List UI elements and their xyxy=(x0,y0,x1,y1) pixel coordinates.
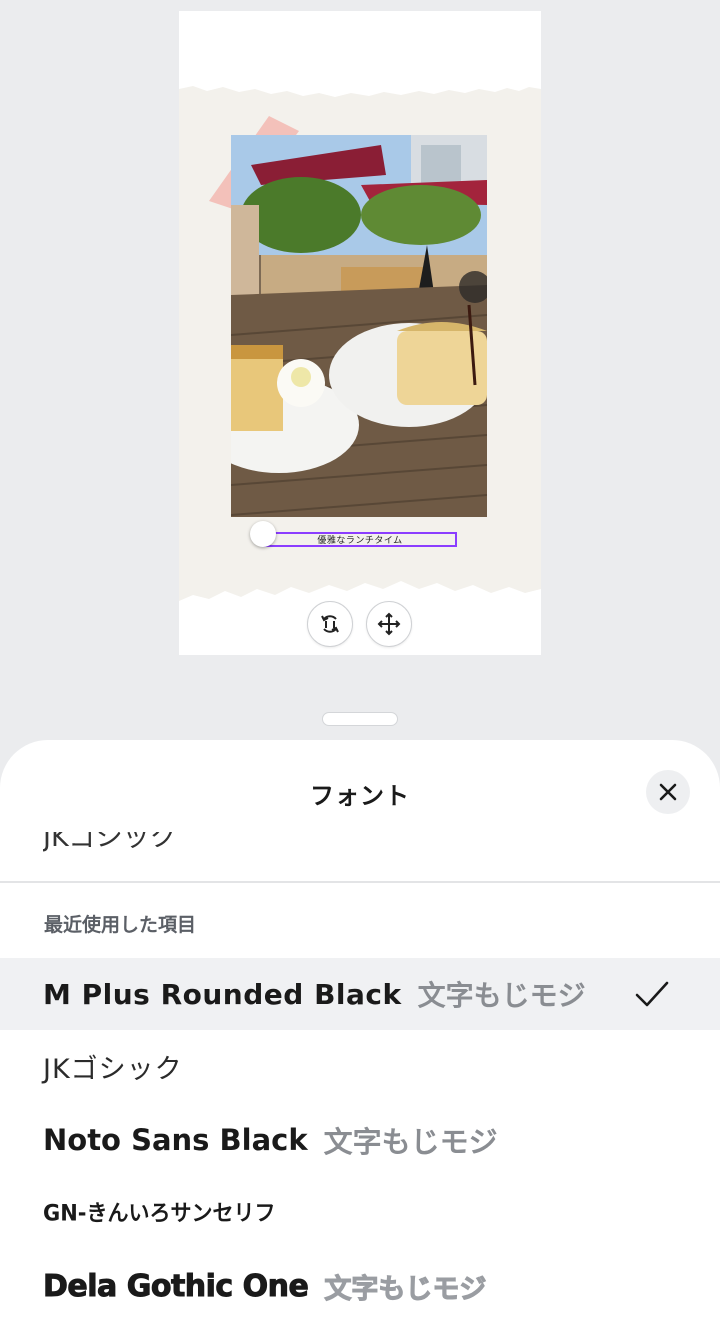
font-item-jk-gothic[interactable]: JKゴシック xyxy=(0,1030,720,1102)
font-name: M Plus Rounded Black xyxy=(43,977,402,1011)
font-item-dela-gothic-one[interactable]: Dela Gothic One 文字もじモジ xyxy=(0,1250,720,1319)
torn-paper-top xyxy=(179,11,541,97)
font-name: Noto Sans Black xyxy=(43,1123,308,1157)
font-list-item-partial-label: JKゴシック xyxy=(43,832,177,853)
font-sample: 文字もじモジ xyxy=(417,979,586,1012)
font-bottom-sheet: フォント JKゴシック 最近使用した項目 M Plus Rounded Blac… xyxy=(0,740,720,1319)
move-icon xyxy=(377,612,401,636)
font-name: Dela Gothic One xyxy=(42,1268,309,1304)
sheet-title: フォント xyxy=(310,782,410,810)
close-icon xyxy=(659,783,677,801)
move-button[interactable] xyxy=(366,601,412,647)
font-item-noto-sans-black[interactable]: Noto Sans Black 文字もじモジ xyxy=(0,1104,720,1176)
torn-paper-bottom xyxy=(179,581,541,655)
font-item-gn-kiniro-sans-serif[interactable]: GN-きんいろサンセリフ xyxy=(0,1176,720,1248)
font-sample: 文字もじモジ xyxy=(324,1273,487,1305)
lunch-photo-illustration xyxy=(231,135,487,517)
design-page[interactable]: 優雅なランチタイム xyxy=(179,11,541,655)
section-label-recent: 最近使用した項目 xyxy=(44,914,197,936)
divider xyxy=(0,881,720,883)
close-button[interactable] xyxy=(646,770,690,814)
lunch-photo[interactable] xyxy=(231,135,487,517)
font-item-m-plus-rounded-black[interactable]: M Plus Rounded Black 文字もじモジ xyxy=(0,958,720,1030)
checkmark-icon xyxy=(635,981,669,1007)
rotate-button[interactable] xyxy=(307,601,353,647)
caption-text[interactable]: 優雅なランチタイム xyxy=(317,533,402,546)
sheet-drag-handle[interactable] xyxy=(322,712,398,726)
caption-text-box[interactable]: 優雅なランチタイム xyxy=(263,532,457,547)
font-list-item-partial[interactable]: JKゴシック xyxy=(43,832,177,860)
font-sample: 文字もじモジ xyxy=(323,1125,498,1159)
canvas-area: 優雅なランチタイム xyxy=(0,0,720,740)
resize-handle[interactable] xyxy=(250,521,276,547)
rotate-icon xyxy=(321,615,339,633)
font-name: GN-きんいろサンセリフ xyxy=(43,1200,276,1226)
font-name: JKゴシック xyxy=(43,1053,183,1085)
